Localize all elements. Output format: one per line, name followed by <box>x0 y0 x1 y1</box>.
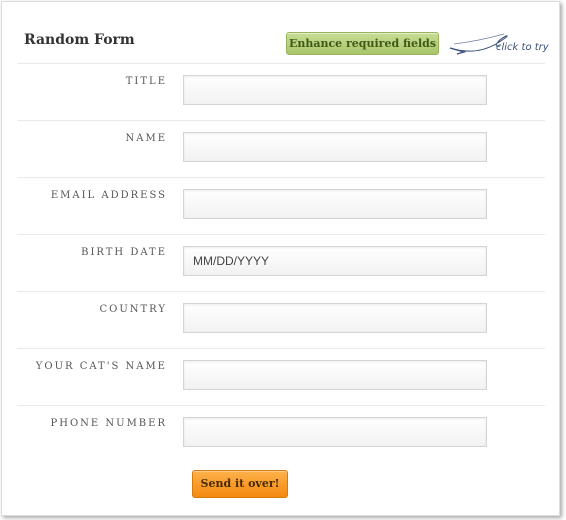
phone-number-label: PHONE NUMBER <box>50 418 167 429</box>
name-label: NAME <box>125 133 167 144</box>
email-address-input[interactable] <box>183 189 487 219</box>
form-title: Random Form <box>24 32 135 48</box>
cat-name-label: YOUR CAT'S NAME <box>35 361 167 372</box>
form-panel: Random Form Enhance required fields clic… <box>1 1 560 516</box>
cat-name-input[interactable] <box>183 360 487 390</box>
enhance-required-fields-button[interactable]: Enhance required fields <box>286 32 439 55</box>
field-row-country: COUNTRY <box>17 291 545 349</box>
click-to-try-hint: click to try <box>446 30 558 64</box>
email-address-label: EMAIL ADDRESS <box>50 190 167 201</box>
birth-date-label: BIRTH DATE <box>81 247 167 258</box>
name-input[interactable] <box>183 132 487 162</box>
country-label: COUNTRY <box>99 304 167 315</box>
country-input[interactable] <box>183 303 487 333</box>
birth-date-input[interactable] <box>183 246 487 276</box>
send-it-over-button[interactable]: Send it over! <box>192 470 288 498</box>
field-row-name: NAME <box>17 120 545 178</box>
field-row-cat-name: YOUR CAT'S NAME <box>17 348 545 406</box>
field-row-phone-number: PHONE NUMBER <box>17 405 545 463</box>
title-label: TITLE <box>125 76 167 87</box>
field-row-birth-date: BIRTH DATE <box>17 234 545 292</box>
hint-text: click to try <box>496 42 549 53</box>
field-row-email: EMAIL ADDRESS <box>17 177 545 235</box>
title-input[interactable] <box>183 75 487 105</box>
field-row-title: TITLE <box>17 63 545 121</box>
phone-number-input[interactable] <box>183 417 487 447</box>
